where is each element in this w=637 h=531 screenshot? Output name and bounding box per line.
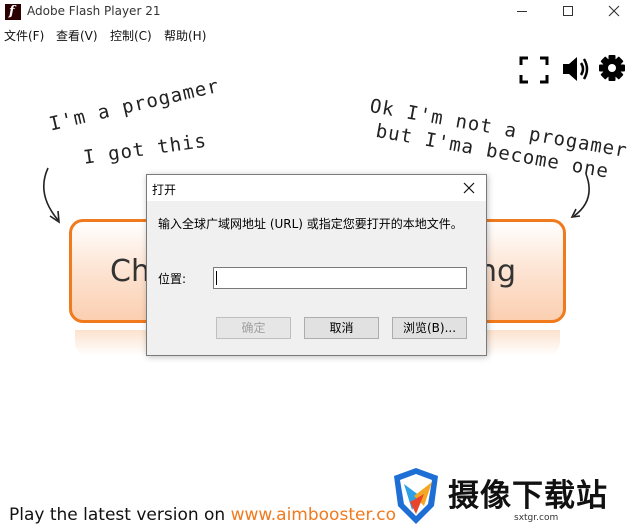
menu-bar: 文件(F) 查看(V) 控制(C) 帮助(H): [0, 25, 637, 45]
menu-file[interactable]: 文件(F): [4, 27, 44, 44]
cancel-button[interactable]: 取消: [304, 317, 379, 339]
fullscreen-icon[interactable]: [519, 56, 549, 84]
text-caret: [216, 271, 217, 285]
minimize-icon: [517, 11, 527, 12]
footer-prefix: Play the latest version on: [9, 505, 231, 525]
watermark-logo-icon: [394, 468, 438, 524]
watermark-title: 摄像下载站: [448, 478, 608, 514]
location-label: 位置:: [158, 272, 187, 286]
button-text-left: Ch: [110, 254, 150, 289]
dialog-prompt: 输入全球广域网地址 (URL) 或指定您要打开的本地文件。: [158, 217, 463, 231]
ok-button[interactable]: 确定: [216, 317, 291, 339]
close-icon: [463, 182, 475, 194]
location-input[interactable]: [213, 267, 467, 289]
flash-glyph: f: [9, 4, 15, 19]
menu-help[interactable]: 帮助(H): [164, 27, 206, 44]
maximize-button[interactable]: [545, 0, 591, 24]
watermark-url: sxtgr.com: [514, 513, 559, 523]
footer-text: Play the latest version on www.aimbooste…: [9, 505, 396, 525]
sound-icon[interactable]: [561, 54, 591, 84]
dialog-titlebar: 打开: [147, 175, 486, 201]
maximize-icon: [563, 6, 573, 16]
open-dialog: 打开 输入全球广域网地址 (URL) 或指定您要打开的本地文件。 位置: 确定 …: [146, 174, 487, 356]
menu-view[interactable]: 查看(V): [56, 27, 98, 44]
footer-link[interactable]: www.aimbooster.co: [231, 505, 396, 525]
curved-arrow-left-icon: [42, 167, 60, 224]
dialog-close-button[interactable]: [460, 179, 478, 197]
dialog-title: 打开: [152, 183, 177, 197]
minimize-button[interactable]: [499, 0, 545, 24]
menu-control[interactable]: 控制(C): [110, 27, 152, 44]
flash-app-icon: f: [5, 4, 21, 20]
curved-arrow-right-icon: [570, 173, 590, 218]
browse-button[interactable]: 浏览(B)...: [392, 317, 467, 339]
close-icon: [608, 5, 620, 17]
close-window-button[interactable]: [591, 0, 637, 24]
window-titlebar: f Adobe Flash Player 21: [0, 0, 637, 24]
settings-gear-icon[interactable]: [598, 54, 626, 82]
window-title: Adobe Flash Player 21: [27, 4, 161, 18]
